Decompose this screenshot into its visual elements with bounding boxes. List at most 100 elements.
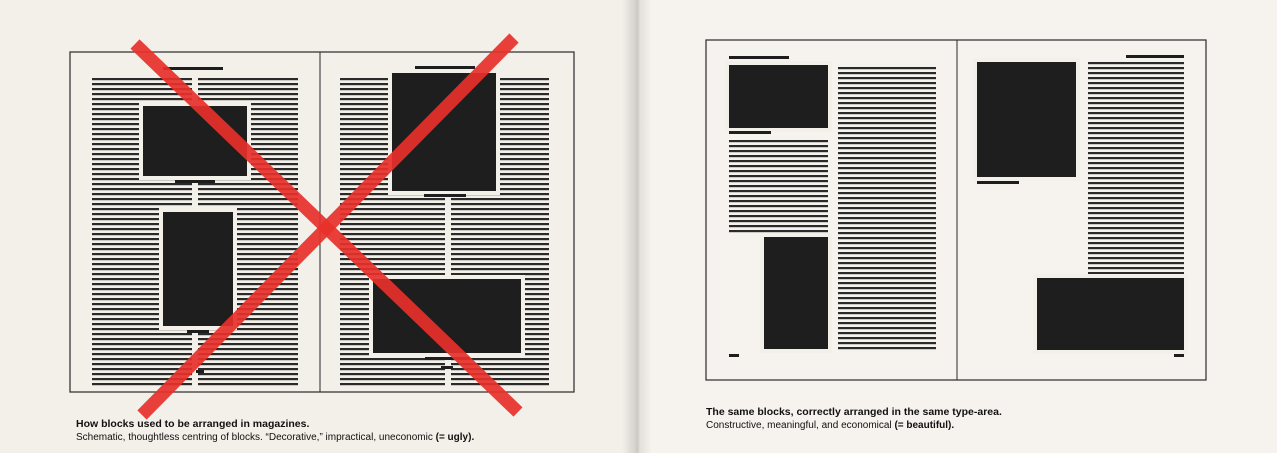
text-line	[451, 373, 549, 376]
text-line	[1088, 127, 1184, 130]
text-line	[1088, 87, 1184, 90]
right-caption-text: Constructive, meaningful, and economical	[706, 420, 892, 431]
text-line	[838, 162, 936, 165]
text-line	[838, 302, 936, 305]
text-line	[838, 92, 936, 95]
text-line	[729, 140, 828, 143]
right-caption-body: Constructive, meaningful, and economical…	[706, 420, 1002, 431]
text-line	[838, 122, 936, 125]
text-line	[1088, 227, 1184, 230]
text-line	[198, 378, 298, 381]
text-line	[838, 272, 936, 275]
text-line	[340, 373, 445, 376]
text-line	[1088, 117, 1184, 120]
text-line	[451, 233, 549, 236]
text-line	[1088, 262, 1184, 265]
text-line	[729, 190, 828, 193]
text-line	[729, 230, 828, 233]
text-line	[838, 117, 936, 120]
picture-block	[392, 73, 496, 191]
text-line	[838, 132, 936, 135]
text-line	[340, 213, 445, 216]
text-line	[1088, 72, 1184, 75]
text-line	[340, 228, 445, 231]
caption-bar	[163, 67, 223, 70]
text-line	[451, 378, 549, 381]
text-line	[92, 358, 192, 361]
text-line	[451, 258, 549, 261]
caption-bar	[424, 194, 466, 197]
text-line	[92, 348, 192, 351]
text-line	[451, 383, 549, 386]
text-line	[198, 368, 298, 371]
text-line	[838, 317, 936, 320]
text-line	[198, 83, 298, 86]
text-line	[729, 170, 828, 173]
text-line	[198, 78, 298, 81]
text-line	[451, 273, 549, 276]
text-line	[729, 145, 828, 148]
text-line	[729, 155, 828, 158]
text-line	[729, 210, 828, 213]
text-line	[1088, 142, 1184, 145]
text-line	[838, 102, 936, 105]
caption-bar	[175, 180, 215, 183]
text-line	[340, 383, 445, 386]
picture-block	[729, 65, 828, 128]
text-line	[838, 252, 936, 255]
text-line	[1088, 212, 1184, 215]
text-line	[1088, 232, 1184, 235]
left-caption-body: Schematic, thoughtless centring of block…	[76, 432, 474, 443]
text-line	[838, 287, 936, 290]
text-line	[451, 253, 549, 256]
text-line	[838, 222, 936, 225]
text-line	[1088, 97, 1184, 100]
text-line	[838, 322, 936, 325]
right-spread-diagram	[705, 39, 1207, 381]
text-line	[1088, 82, 1184, 85]
text-line	[198, 373, 298, 376]
text-line	[838, 82, 936, 85]
text-line	[1088, 202, 1184, 205]
text-line	[729, 160, 828, 163]
text-line	[838, 297, 936, 300]
text-line	[838, 112, 936, 115]
text-line	[729, 195, 828, 198]
text-line	[838, 227, 936, 230]
text-line	[1088, 267, 1184, 270]
text-line	[1088, 157, 1184, 160]
text-line	[838, 147, 936, 150]
text-line	[838, 202, 936, 205]
text-line	[838, 97, 936, 100]
text-line	[838, 332, 936, 335]
text-line	[1088, 167, 1184, 170]
text-line	[838, 187, 936, 190]
text-line	[1088, 237, 1184, 240]
text-line	[1088, 247, 1184, 250]
text-line	[340, 233, 445, 236]
text-line	[92, 333, 192, 336]
text-line	[1088, 177, 1184, 180]
text-line	[729, 150, 828, 153]
text-line	[838, 292, 936, 295]
text-line	[198, 363, 298, 366]
text-line	[838, 347, 936, 350]
text-line	[838, 192, 936, 195]
text-line	[1088, 67, 1184, 70]
text-line	[198, 353, 298, 356]
text-line	[838, 142, 936, 145]
text-line	[1088, 252, 1184, 255]
text-line	[451, 248, 549, 251]
text-line	[1088, 272, 1184, 275]
text-line	[1088, 182, 1184, 185]
caption-bar	[729, 354, 739, 357]
text-line	[451, 268, 549, 271]
caption-bar	[441, 366, 453, 369]
text-line	[729, 225, 828, 228]
text-line	[198, 203, 298, 206]
text-line	[729, 165, 828, 168]
text-line	[838, 277, 936, 280]
text-line	[1088, 62, 1184, 65]
left-caption-emphasis: (= ugly).	[435, 432, 475, 443]
text-line	[1088, 207, 1184, 210]
